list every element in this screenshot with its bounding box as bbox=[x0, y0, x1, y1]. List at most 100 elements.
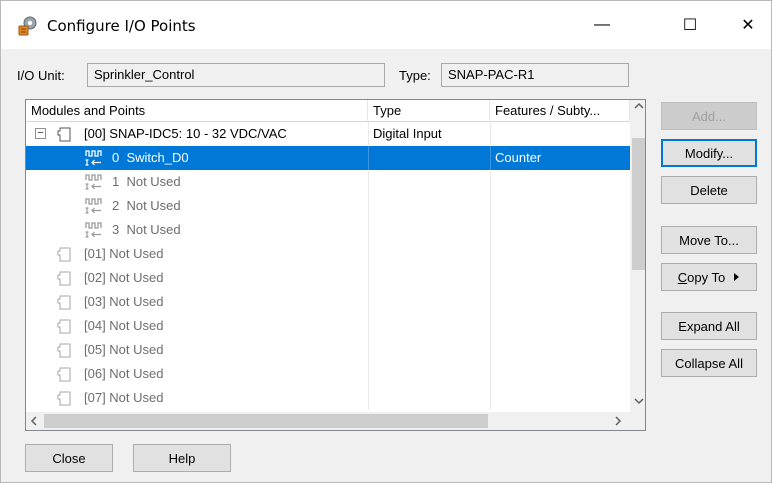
table-row[interactable]: [07] Not Used bbox=[26, 386, 630, 410]
copy-to-button[interactable]: Copy To bbox=[661, 263, 757, 291]
horizontal-scrollbar[interactable] bbox=[26, 412, 630, 430]
column-divider bbox=[368, 218, 369, 242]
delete-button[interactable]: Delete bbox=[661, 176, 757, 204]
add-button[interactable]: Add... bbox=[661, 102, 757, 130]
vertical-scrollbar[interactable] bbox=[630, 100, 645, 412]
table-row[interactable]: [04] Not Used bbox=[26, 314, 630, 338]
module-icon bbox=[56, 125, 74, 143]
row-feature bbox=[490, 290, 500, 314]
column-header-modules[interactable]: Modules and Points bbox=[26, 100, 368, 122]
column-divider bbox=[368, 314, 369, 338]
table-row[interactable]: 3 Not Used bbox=[26, 218, 630, 242]
module-icon bbox=[56, 293, 74, 311]
menu-arrow-icon bbox=[733, 272, 740, 282]
column-divider bbox=[368, 146, 369, 170]
row-type bbox=[368, 314, 378, 338]
scroll-down-icon[interactable] bbox=[634, 397, 644, 405]
column-divider bbox=[368, 122, 369, 146]
close-button[interactable]: Close bbox=[25, 444, 113, 472]
digital-input-point-icon bbox=[84, 197, 104, 215]
list-header: Modules and Points Type Features / Subty… bbox=[26, 100, 630, 122]
column-divider bbox=[490, 122, 491, 146]
row-type bbox=[368, 242, 378, 266]
collapse-all-button[interactable]: Collapse All bbox=[661, 349, 757, 377]
table-row[interactable]: [06] Not Used bbox=[26, 362, 630, 386]
row-feature: Counter bbox=[495, 150, 542, 165]
maximize-button[interactable]: ☐ bbox=[667, 1, 713, 49]
column-divider bbox=[490, 314, 491, 338]
column-divider bbox=[490, 218, 491, 242]
row-type bbox=[368, 194, 378, 218]
digital-input-point-icon bbox=[84, 149, 104, 167]
column-header-features[interactable]: Features / Subty... bbox=[490, 100, 630, 122]
column-divider bbox=[490, 338, 491, 362]
type-field: SNAP-PAC-R1 bbox=[441, 63, 629, 87]
column-divider bbox=[368, 338, 369, 362]
table-row[interactable]: − [00] SNAP-IDC5: 10 - 32 VDC/VAC Digital … bbox=[26, 122, 630, 146]
row-type: Digital Input bbox=[373, 126, 442, 141]
row-label: 0 Switch_D0 bbox=[112, 150, 189, 165]
list-rows: − [00] SNAP-IDC5: 10 - 32 VDC/VAC Digital … bbox=[26, 122, 630, 412]
column-divider bbox=[490, 362, 491, 386]
row-type bbox=[368, 338, 378, 362]
scroll-left-icon[interactable] bbox=[30, 416, 38, 426]
modules-points-list[interactable]: Modules and Points Type Features / Subty… bbox=[25, 99, 646, 431]
row-label: [03] Not Used bbox=[84, 294, 164, 309]
vertical-scroll-thumb[interactable] bbox=[632, 138, 645, 270]
column-divider bbox=[368, 266, 369, 290]
column-divider bbox=[368, 362, 369, 386]
column-divider bbox=[368, 242, 369, 266]
scroll-right-icon[interactable] bbox=[614, 416, 622, 426]
row-type bbox=[368, 266, 378, 290]
table-row[interactable]: [05] Not Used bbox=[26, 338, 630, 362]
io-unit-field: Sprinkler_Control bbox=[87, 63, 385, 87]
close-window-button[interactable]: ✕ bbox=[725, 1, 771, 49]
column-divider bbox=[368, 290, 369, 314]
column-divider bbox=[490, 170, 491, 194]
module-icon bbox=[56, 365, 74, 383]
table-row[interactable]: [01] Not Used bbox=[26, 242, 630, 266]
help-button[interactable]: Help bbox=[133, 444, 231, 472]
row-type bbox=[368, 386, 378, 410]
row-feature bbox=[490, 362, 500, 386]
modify-button[interactable]: Modify... bbox=[661, 139, 757, 167]
row-type bbox=[368, 290, 378, 314]
row-label: 2 Not Used bbox=[112, 198, 181, 213]
row-label: [07] Not Used bbox=[84, 390, 164, 405]
column-divider bbox=[368, 194, 369, 218]
table-row[interactable]: 1 Not Used bbox=[26, 170, 630, 194]
row-label: [00] SNAP-IDC5: 10 - 32 VDC/VAC bbox=[84, 126, 287, 141]
digital-input-point-icon bbox=[84, 221, 104, 239]
table-row[interactable]: [02] Not Used bbox=[26, 266, 630, 290]
column-divider bbox=[368, 386, 369, 410]
row-feature bbox=[490, 338, 500, 362]
table-row[interactable]: 2 Not Used bbox=[26, 194, 630, 218]
row-feature bbox=[490, 386, 500, 410]
horizontal-scroll-thumb[interactable] bbox=[44, 414, 488, 428]
configure-io-points-dialog: Configure I/O Points — ☐ ✕ I/O Unit: Spr… bbox=[0, 0, 772, 483]
row-label: [01] Not Used bbox=[84, 246, 164, 261]
collapse-toggle-icon[interactable]: − bbox=[35, 128, 46, 139]
minimize-button[interactable]: — bbox=[579, 1, 625, 49]
digital-input-point-icon bbox=[84, 173, 104, 191]
row-label: [06] Not Used bbox=[84, 366, 164, 381]
expand-all-button[interactable]: Expand All bbox=[661, 312, 757, 340]
move-to-button[interactable]: Move To... bbox=[661, 226, 757, 254]
scroll-up-icon[interactable] bbox=[634, 102, 644, 110]
row-feature bbox=[490, 170, 500, 194]
row-type bbox=[368, 218, 378, 242]
table-row[interactable]: 0 Switch_D0 Counter bbox=[26, 146, 630, 170]
title-bar: Configure I/O Points — ☐ ✕ bbox=[1, 1, 771, 49]
column-divider bbox=[490, 266, 491, 290]
column-header-type[interactable]: Type bbox=[368, 100, 490, 122]
row-feature bbox=[490, 218, 500, 242]
module-icon bbox=[56, 341, 74, 359]
row-feature bbox=[490, 194, 500, 218]
table-row[interactable]: [03] Not Used bbox=[26, 290, 630, 314]
type-label: Type: bbox=[399, 68, 431, 83]
row-label: [04] Not Used bbox=[84, 318, 164, 333]
column-divider bbox=[490, 386, 491, 410]
row-type bbox=[368, 362, 378, 386]
module-icon bbox=[56, 389, 74, 407]
row-feature bbox=[490, 314, 500, 338]
